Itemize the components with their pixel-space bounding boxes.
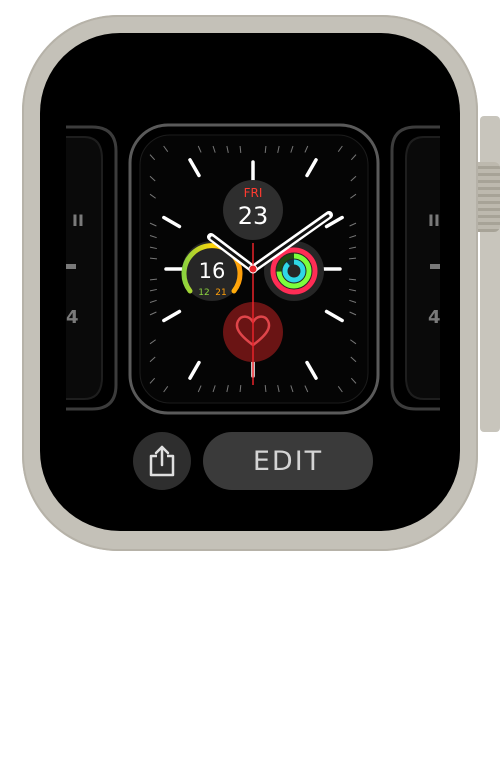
- left-face-tick: [66, 264, 76, 269]
- edit-button[interactable]: EDIT: [203, 432, 373, 490]
- left-face-mark-ii: II: [72, 211, 84, 230]
- temperature-high: 21: [215, 288, 226, 298]
- day-label: FRI: [244, 186, 263, 200]
- right-face-tick: [430, 264, 440, 269]
- watch-screen: II 4 II 4 FRI 23 16 12 21 EDIT: [40, 33, 460, 531]
- temperature-value: 16: [199, 259, 226, 283]
- share-icon: [149, 445, 175, 477]
- left-face-mark-4: 4: [66, 307, 79, 328]
- date-label: 23: [238, 202, 269, 230]
- share-button[interactable]: [133, 432, 191, 490]
- right-face-mark-ii: II: [428, 211, 440, 230]
- right-face-preview[interactable]: II 4: [390, 125, 441, 411]
- left-face-preview[interactable]: II 4: [66, 125, 118, 411]
- main-watch-face[interactable]: FRI 23 16 12 21: [128, 123, 380, 415]
- hand-pivot: [248, 264, 258, 274]
- temperature-low: 12: [198, 288, 209, 298]
- date-complication[interactable]: FRI 23: [223, 180, 283, 240]
- right-face-mark-4: 4: [428, 307, 441, 328]
